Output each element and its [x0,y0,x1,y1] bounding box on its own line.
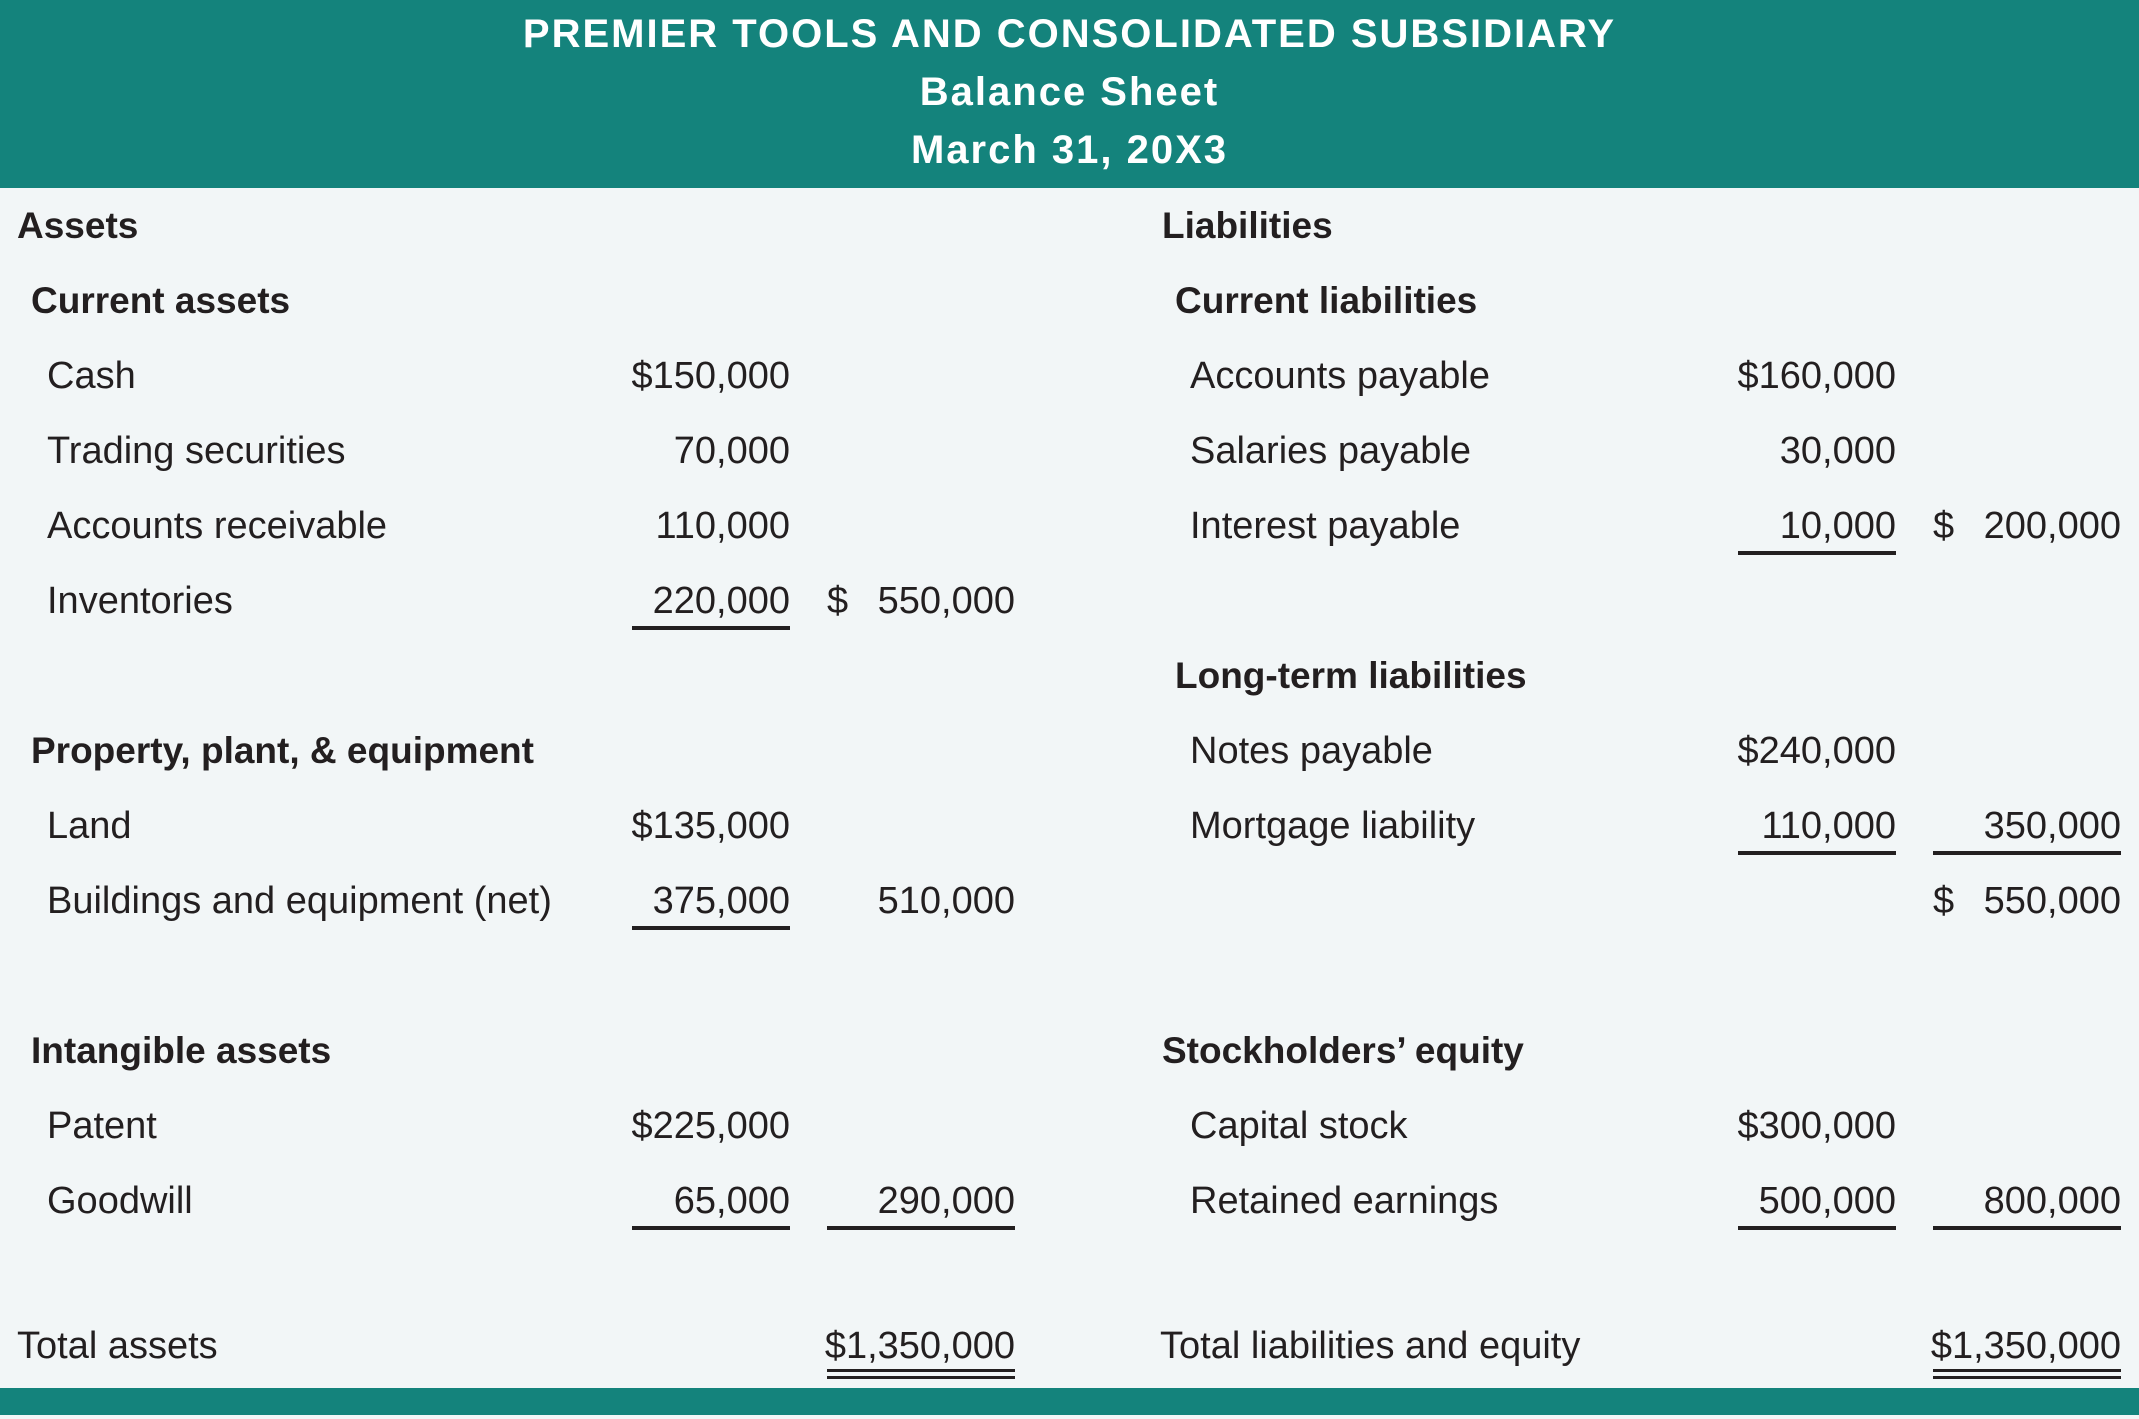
line-item-label: Capital stock [1190,1105,1408,1147]
subtotal-amount: 350,000 [1983,805,2121,847]
line-item-amount: $160,000 [1737,355,1897,397]
line-item-amount: 500,000 [1758,1180,1896,1222]
single-underline [1933,851,2121,855]
line-item-amount: 110,000 [655,505,790,547]
line-item-amount: $240,000 [1737,730,1897,772]
dollar-sign: $ [1933,505,1955,547]
line-item-label: Notes payable [1190,730,1433,772]
current-liabilities-total: $ 200,000 [1933,503,2121,549]
line-item-label: Accounts payable [1190,355,1490,397]
line-item-amount: 10,000 [1779,505,1896,547]
liabilities-heading: Liabilities [1162,205,1333,246]
line-item-label: Land [47,805,132,847]
assets-heading: Assets [17,205,139,246]
line-item-label: Patent [47,1105,157,1147]
line-item-amount: 220,000 [652,580,790,622]
line-item-amount: 375,000 [652,880,790,922]
single-underline [632,926,790,930]
subtotal-amount: 290,000 [877,1180,1015,1222]
line-item-label: Cash [47,355,136,397]
long-term-liabilities-heading: Long-term liabilities [1175,655,1527,696]
ppe-heading: Property, plant, & equipment [31,730,534,771]
line-item-amount: 30,000 [1779,430,1896,472]
line-item-label: Retained earnings [1190,1180,1499,1222]
line-item-amount: 70,000 [673,430,790,472]
single-underline [632,1226,790,1230]
total-liabilities-equity-amount: $1,350,000 [1930,1325,2121,1367]
double-underline [827,1369,1015,1379]
subtotal-amount: 510,000 [877,880,1015,922]
line-item-amount: 110,000 [1761,805,1896,847]
footer-bar [0,1388,2139,1415]
total-liabilities-equity-label: Total liabilities and equity [1160,1325,1581,1367]
line-item-amount: $225,000 [631,1105,791,1147]
single-underline [827,1226,1015,1230]
company-name: PREMIER TOOLS AND CONSOLIDATED SUBSIDIAR… [522,12,1617,56]
single-underline [1738,551,1896,555]
line-item-amount: $300,000 [1737,1105,1897,1147]
equity-heading: Stockholders’ equity [1162,1030,1524,1071]
statement-header: PREMIER TOOLS AND CONSOLIDATED SUBSIDIAR… [0,0,2139,188]
line-item-label: Salaries payable [1190,430,1471,472]
total-assets-label: Total assets [17,1325,218,1367]
line-item-label: Mortgage liability [1190,805,1476,847]
intangible-assets-heading: Intangible assets [31,1030,332,1071]
line-item-amount: 65,000 [673,1180,790,1222]
single-underline [1738,1226,1896,1230]
subtotal-amount: 550,000 [877,580,1015,622]
line-item-label: Goodwill [47,1180,193,1222]
statement-date: March 31, 20X3 [910,128,1229,172]
current-assets-total: $ 550,000 [827,578,1015,624]
double-underline [1933,1369,2121,1379]
subtotal-amount: 200,000 [1983,505,2121,547]
dollar-sign: $ [827,580,849,622]
dollar-sign: $ [1933,880,1955,922]
statement-title: Balance Sheet [919,70,1220,114]
line-item-label: Inventories [47,580,233,622]
line-item-label: Accounts receivable [47,505,388,547]
single-underline [632,626,790,630]
line-item-amount: $150,000 [631,355,791,397]
total-assets-amount: $1,350,000 [824,1325,1015,1367]
line-item-label: Buildings and equipment (net) [47,880,552,922]
line-item-label: Trading securities [47,430,346,472]
single-underline [1738,851,1896,855]
current-assets-heading: Current assets [31,280,291,321]
total-liabilities-amount: 550,000 [1983,880,2121,922]
total-liabilities: $ 550,000 [1933,878,2121,924]
single-underline [1933,1226,2121,1230]
current-liabilities-heading: Current liabilities [1175,280,1478,321]
line-item-label: Interest payable [1190,505,1461,547]
line-item-amount: $135,000 [631,805,791,847]
subtotal-amount: 800,000 [1983,1180,2121,1222]
